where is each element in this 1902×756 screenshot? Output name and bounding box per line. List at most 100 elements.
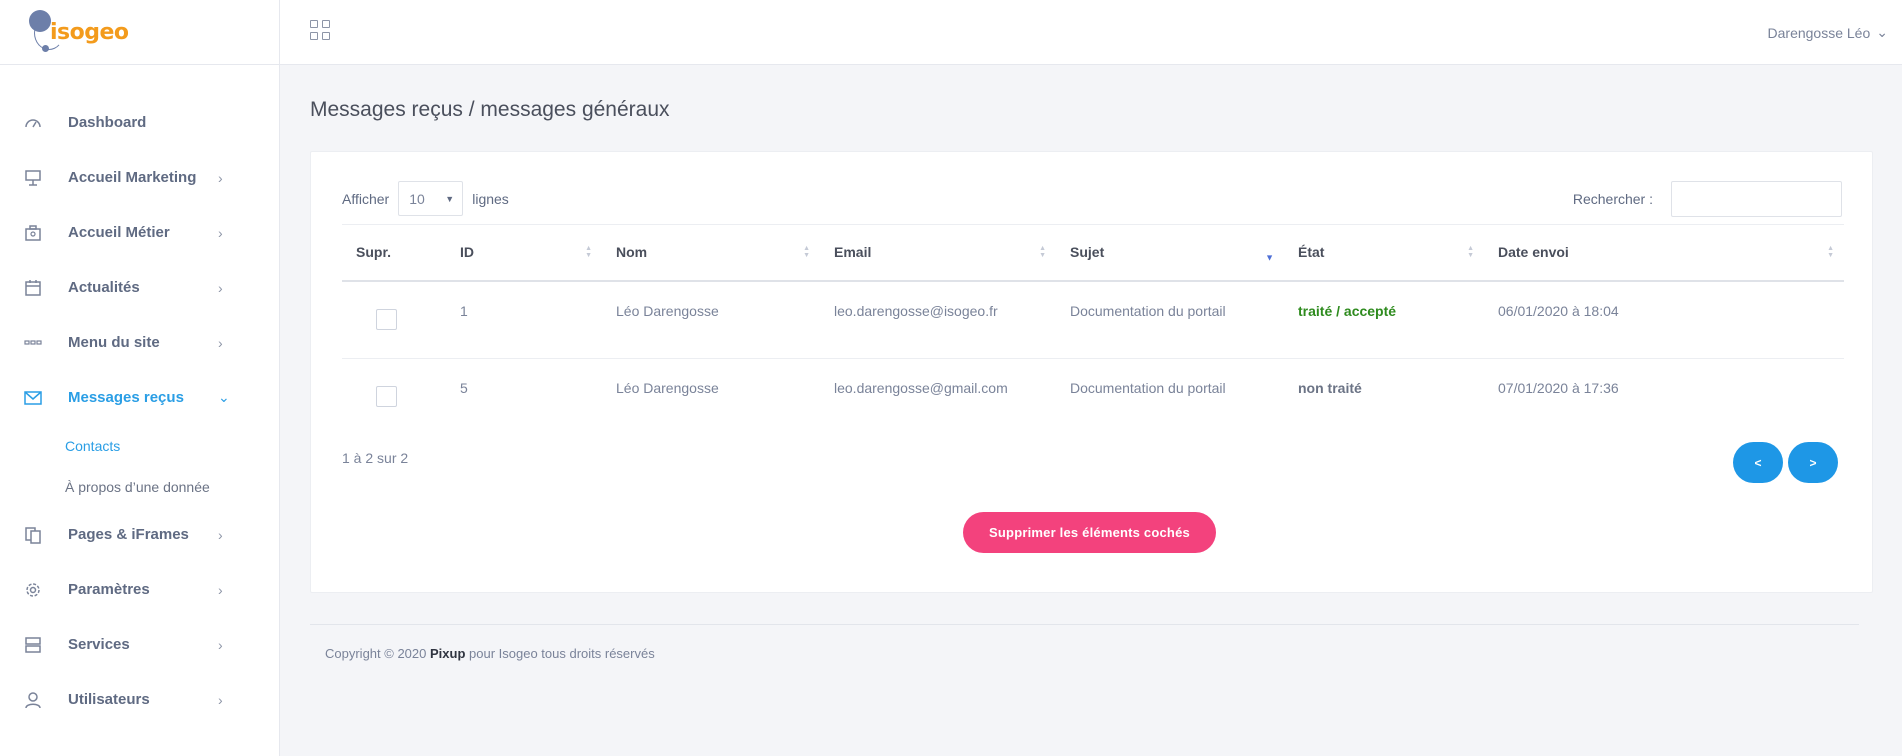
table-row[interactable]: 1 Léo Darengosse leo.darengosse@isogeo.f…: [342, 281, 1844, 359]
next-page-button[interactable]: >: [1788, 442, 1838, 483]
caret-down-icon: ▼: [445, 193, 455, 204]
user-menu[interactable]: Darengosse Léo ⌄: [1768, 24, 1888, 41]
user-icon: [24, 691, 42, 709]
sidebar: isogeo Dashboard Accueil Marketing › Acc…: [0, 0, 280, 756]
sidebar-item-label: Pages & iFrames: [68, 526, 189, 543]
sidebar-item-label: Paramètres: [68, 581, 150, 598]
messages-card: Afficher 10 ▼ lignes Rechercher : Supr. …: [310, 151, 1873, 593]
logo[interactable]: isogeo: [0, 0, 279, 65]
sort-icon: ▲ ▼: [1827, 245, 1834, 260]
search-label: Rechercher :: [1572, 191, 1653, 207]
logo-small-dot: [42, 45, 49, 52]
user-name: Darengosse Léo: [1767, 24, 1871, 41]
row-checkbox[interactable]: [376, 308, 397, 330]
sidebar-item-label: Menu du site: [68, 334, 160, 351]
apps-grid-icon[interactable]: [310, 20, 330, 40]
lines-label: lignes: [472, 190, 509, 207]
column-header-nom[interactable]: Nom ▲ ▼: [602, 225, 820, 281]
column-header-supr: Supr.: [356, 244, 392, 261]
sidebar-item-label: Utilisateurs: [68, 691, 150, 708]
sidebar-item-dashboard[interactable]: Dashboard: [0, 95, 280, 150]
row-checkbox[interactable]: [376, 386, 397, 407]
table-row[interactable]: 5 Léo Darengosse leo.darengosse@gmail.co…: [342, 359, 1844, 437]
cell-date: 06/01/2020 à 18:04: [1498, 302, 1619, 319]
gear-icon: [24, 581, 42, 599]
sidebar-item-accueil-metier[interactable]: Accueil Métier ›: [0, 205, 280, 260]
briefcase-icon: [24, 224, 42, 242]
chevron-down-icon: ⌄: [218, 389, 230, 405]
sidebar-item-menu-du-site[interactable]: Menu du site ›: [0, 315, 280, 370]
footer: Copyright © 2020 Pixup pour Isogeo tous …: [325, 646, 655, 661]
page-size-value: 10: [409, 190, 425, 207]
sidebar-item-label: Dashboard: [68, 114, 147, 131]
chevron-right-icon: ›: [218, 224, 223, 241]
chevron-right-icon: ›: [218, 526, 223, 543]
pagination: < >: [1733, 442, 1838, 483]
sort-icon: ▲ ▼: [1467, 245, 1474, 260]
cell-etat: traité / accepté: [1298, 302, 1397, 319]
table-header-row: Supr. ID ▲ ▼ Nom ▲ ▼ Email ▲ ▼ Sujet ▼ État ▲ ▼ D…: [342, 224, 1844, 281]
cell-nom: Léo Darengosse: [616, 302, 719, 319]
envelope-icon: [24, 389, 42, 407]
menu-dots-icon: [24, 334, 42, 352]
show-label: Afficher: [342, 190, 390, 207]
page-title: Messages reçus / messages généraux: [310, 98, 670, 121]
search-control: Rechercher :: [1573, 181, 1842, 217]
chevron-right-icon: ›: [218, 636, 223, 653]
chevron-right-icon: ›: [218, 691, 223, 708]
calendar-icon: [24, 279, 42, 297]
sidebar-item-label: Accueil Marketing: [68, 169, 197, 186]
cell-email: leo.darengosse@gmail.com: [834, 380, 1008, 396]
cell-sujet: Documentation du portail: [1070, 380, 1226, 396]
pagination-info: 1 à 2 sur 2: [342, 450, 409, 466]
column-header-date[interactable]: Date envoi ▲ ▼: [1484, 225, 1844, 281]
prev-page-button[interactable]: <: [1733, 442, 1783, 483]
column-header-id[interactable]: ID ▲ ▼: [446, 225, 602, 281]
page-size-select[interactable]: 10 ▼: [398, 181, 464, 216]
subnav-item-a-propos[interactable]: À propos d’une donnée: [0, 466, 280, 507]
sidebar-nav: Dashboard Accueil Marketing › Accueil Mé…: [0, 95, 280, 727]
footer-brand-link[interactable]: Pixup: [430, 646, 465, 661]
row-checkbox-cell: [342, 281, 446, 359]
sidebar-item-label: Actualités: [68, 279, 140, 296]
sort-desc-icon: ▼: [1265, 252, 1274, 263]
page-size-control: Afficher 10 ▼ lignes: [342, 181, 509, 216]
sidebar-item-label: Messages reçus: [68, 389, 184, 406]
sidebar-item-label: Services: [68, 636, 130, 653]
chevron-right-icon: ›: [218, 581, 223, 598]
sidebar-item-messages-recus[interactable]: Messages reçus ⌄: [0, 370, 280, 425]
presentation-icon: [24, 169, 42, 187]
column-header-email[interactable]: Email ▲ ▼: [820, 225, 1056, 281]
cell-id: 1: [460, 302, 468, 319]
sidebar-item-services[interactable]: Services ›: [0, 617, 280, 672]
sidebar-item-utilisateurs[interactable]: Utilisateurs ›: [0, 672, 280, 727]
column-header-etat[interactable]: État ▲ ▼: [1284, 225, 1484, 281]
dashboard-icon: [24, 114, 42, 132]
subnav-item-contacts[interactable]: Contacts: [0, 425, 280, 466]
pages-icon: [24, 526, 42, 544]
sort-icon: ▲ ▼: [803, 245, 810, 260]
logo-text: isogeo: [50, 20, 129, 45]
chevron-right-icon: ›: [218, 169, 223, 186]
column-header-sujet[interactable]: Sujet ▼: [1056, 225, 1284, 281]
topbar: Darengosse Léo ⌄: [280, 0, 1902, 65]
row-checkbox-cell: [342, 359, 446, 437]
chevron-right-icon: ›: [218, 334, 223, 351]
sort-icon: ▲ ▼: [585, 245, 592, 260]
cell-sujet: Documentation du portail: [1070, 302, 1226, 319]
sidebar-item-parametres[interactable]: Paramètres ›: [0, 562, 280, 617]
cell-etat: non traité: [1298, 380, 1362, 396]
server-icon: [24, 636, 42, 654]
chevron-right-icon: ›: [218, 279, 223, 296]
sidebar-item-actualites[interactable]: Actualités ›: [0, 260, 280, 315]
cell-nom: Léo Darengosse: [616, 380, 719, 396]
footer-copyright: Copyright © 2020: [325, 646, 427, 661]
chevron-down-icon: ⌄: [1876, 24, 1888, 40]
cell-date: 07/01/2020 à 17:36: [1498, 380, 1619, 396]
sidebar-item-pages-iframes[interactable]: Pages & iFrames ›: [0, 507, 280, 562]
sort-icon: ▲ ▼: [1039, 245, 1046, 260]
delete-checked-button[interactable]: Supprimer les éléments cochés: [963, 512, 1216, 553]
search-input[interactable]: [1671, 181, 1842, 217]
sidebar-item-label: Accueil Métier: [68, 224, 170, 241]
sidebar-item-accueil-marketing[interactable]: Accueil Marketing ›: [0, 150, 280, 205]
